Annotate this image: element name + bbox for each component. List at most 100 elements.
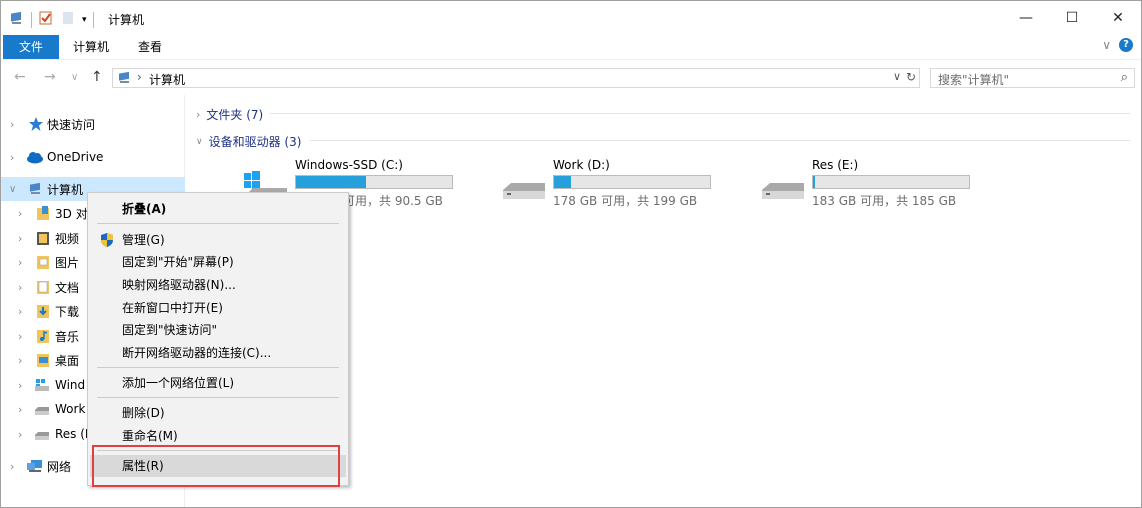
nav-item-quick-access[interactable]: › 快速访问 (1, 112, 185, 136)
expand-ribbon-icon[interactable]: ∨ (1102, 38, 1111, 52)
nav-item-label: 计算机 (47, 182, 84, 197)
chevron-right-icon[interactable]: › (18, 256, 22, 269)
nav-item-onedrive[interactable]: › OneDrive (1, 145, 185, 169)
address-dropdown-icon[interactable]: ∨ (893, 70, 901, 83)
file-explorer-window: ▾ 计算机 — ☐ ✕ 文件 计算机 查看 ∨ ? ← → ∨ ↑ › 计算机 (0, 0, 1142, 508)
help-icon[interactable]: ? (1119, 38, 1133, 52)
drive-name: Res (E:) (812, 158, 859, 172)
group-label: 文件夹 (7) (206, 108, 264, 122)
menu-item-collapse[interactable]: 折叠(A) (90, 198, 346, 220)
ribbon-right: ∨ ? (1102, 38, 1133, 52)
chevron-down-icon[interactable]: ∨ (196, 137, 203, 147)
properties-check-icon[interactable] (38, 10, 54, 29)
back-button[interactable]: ← (14, 69, 26, 85)
nav-item-label: Work (55, 402, 86, 416)
drive-info: 178 GB 可用，共 199 GB (553, 194, 698, 208)
menu-item-open-new-window[interactable]: 在新窗口中打开(E) (90, 297, 346, 319)
menu-item-add-network-location[interactable]: 添加一个网络位置(L) (90, 372, 346, 394)
chevron-right-icon[interactable]: › (10, 460, 14, 473)
window-controls: — ☐ ✕ (1003, 1, 1141, 35)
chevron-right-icon[interactable]: › (18, 354, 22, 367)
chevron-right-icon[interactable]: › (18, 330, 22, 343)
chevron-right-icon[interactable]: › (18, 305, 22, 318)
breadcrumb-chevron-icon[interactable]: › (137, 70, 142, 84)
title-bar: ▾ 计算机 — ☐ ✕ (1, 1, 1141, 35)
nav-item-label: 文档 (55, 280, 80, 295)
ribbon-tabs: 文件 计算机 查看 ∨ ? (1, 35, 1141, 59)
menu-item-pin-start[interactable]: 固定到"开始"屏幕(P) (90, 251, 346, 273)
forward-button[interactable]: → (44, 69, 56, 85)
minimize-button[interactable]: — (1003, 1, 1049, 35)
chevron-right-icon[interactable]: › (18, 403, 22, 416)
drive-usage-fill (296, 176, 367, 188)
chevron-right-icon[interactable]: › (18, 428, 22, 441)
context-menu: 折叠(A) 管理(G) 固定到"开始"屏幕(P) 映射网络驱动器(N)... 在… (87, 192, 349, 486)
nav-item-label: 音乐 (55, 329, 80, 344)
chevron-right-icon[interactable]: › (196, 108, 200, 121)
group-devices[interactable]: ∨ 设备和驱动器 (3) (196, 133, 301, 150)
drive-usage-bar (812, 175, 970, 189)
search-input[interactable]: 搜索"计算机" (938, 71, 1009, 88)
address-row: ← → ∨ ↑ › 计算机 ∨ ↻ 搜索"计算机" ⌕ (1, 59, 1141, 95)
nav-item-label: 视频 (55, 231, 80, 246)
toolbar-separator (92, 11, 94, 28)
windows-drive-icon (34, 377, 50, 393)
group-divider (310, 140, 1130, 141)
music-folder-icon (36, 328, 52, 344)
chevron-down-icon[interactable]: ∨ (9, 184, 16, 195)
tab-computer[interactable]: 计算机 (63, 35, 119, 59)
close-button[interactable]: ✕ (1095, 1, 1141, 35)
nav-item-label: Wind (55, 378, 86, 392)
pictures-folder-icon (36, 254, 52, 270)
tab-file[interactable]: 文件 (3, 35, 59, 59)
chevron-right-icon[interactable]: › (10, 118, 14, 131)
nav-item-label: 桌面 (55, 353, 80, 368)
refresh-icon[interactable]: ↻ (906, 70, 916, 84)
breadcrumb-computer[interactable]: 计算机 (149, 71, 185, 88)
drive-usage-fill (813, 176, 815, 188)
chevron-right-icon[interactable]: › (10, 151, 14, 164)
menu-item-disconnect-drive[interactable]: 断开网络驱动器的连接(C)... (90, 342, 346, 364)
shield-icon (99, 232, 115, 248)
recent-locations-button[interactable]: ∨ (71, 72, 78, 83)
chevron-right-icon[interactable]: › (18, 232, 22, 245)
downloads-folder-icon (36, 303, 52, 319)
menu-separator (97, 367, 339, 368)
customize-toolbar-icon[interactable]: ▾ (82, 15, 87, 25)
drive-info: 183 GB 可用，共 185 GB (812, 194, 957, 208)
computer-icon (28, 181, 44, 197)
menu-separator (97, 223, 339, 224)
star-icon (28, 116, 44, 132)
chevron-right-icon[interactable]: › (18, 207, 22, 220)
chevron-right-icon[interactable]: › (18, 379, 22, 392)
nav-item-label: 3D 对 (55, 206, 88, 221)
group-folders[interactable]: › 文件夹 (7) (196, 106, 263, 123)
drive-info: 可用，共 90.5 GB (343, 194, 443, 208)
menu-item-label: 管理(G) (122, 233, 165, 247)
menu-item-delete[interactable]: 删除(D) (90, 402, 346, 424)
quick-access-toolbar: ▾ (9, 10, 94, 29)
nav-item-label: OneDrive (47, 150, 104, 164)
drive-item[interactable]: Res (E:) 183 GB 可用，共 185 GB (760, 158, 1000, 208)
search-icon[interactable]: ⌕ (1121, 70, 1128, 85)
menu-item-pin-quick-access[interactable]: 固定到"快速访问" (90, 319, 346, 341)
address-bar[interactable]: › 计算机 ∨ ↻ (112, 68, 920, 88)
new-folder-icon[interactable] (60, 10, 76, 29)
documents-folder-icon (36, 279, 52, 295)
drive-usage-bar (295, 175, 453, 189)
chevron-right-icon[interactable]: › (18, 281, 22, 294)
menu-item-manage[interactable]: 管理(G) (90, 229, 346, 251)
computer-icon (9, 10, 25, 29)
cloud-icon (26, 149, 43, 165)
up-button[interactable]: ↑ (91, 69, 103, 85)
nav-item-label: 快速访问 (47, 117, 96, 132)
drive-icon (760, 166, 804, 206)
drive-item[interactable]: Work (D:) 178 GB 可用，共 199 GB (501, 158, 741, 208)
maximize-button[interactable]: ☐ (1049, 1, 1095, 35)
search-box[interactable]: 搜索"计算机" ⌕ (930, 68, 1135, 88)
menu-item-rename[interactable]: 重命名(M) (90, 425, 346, 447)
tab-view[interactable]: 查看 (125, 35, 175, 59)
menu-item-map-drive[interactable]: 映射网络驱动器(N)... (90, 274, 346, 296)
nav-item-label: 图片 (55, 255, 80, 270)
desktop-folder-icon (36, 352, 52, 368)
